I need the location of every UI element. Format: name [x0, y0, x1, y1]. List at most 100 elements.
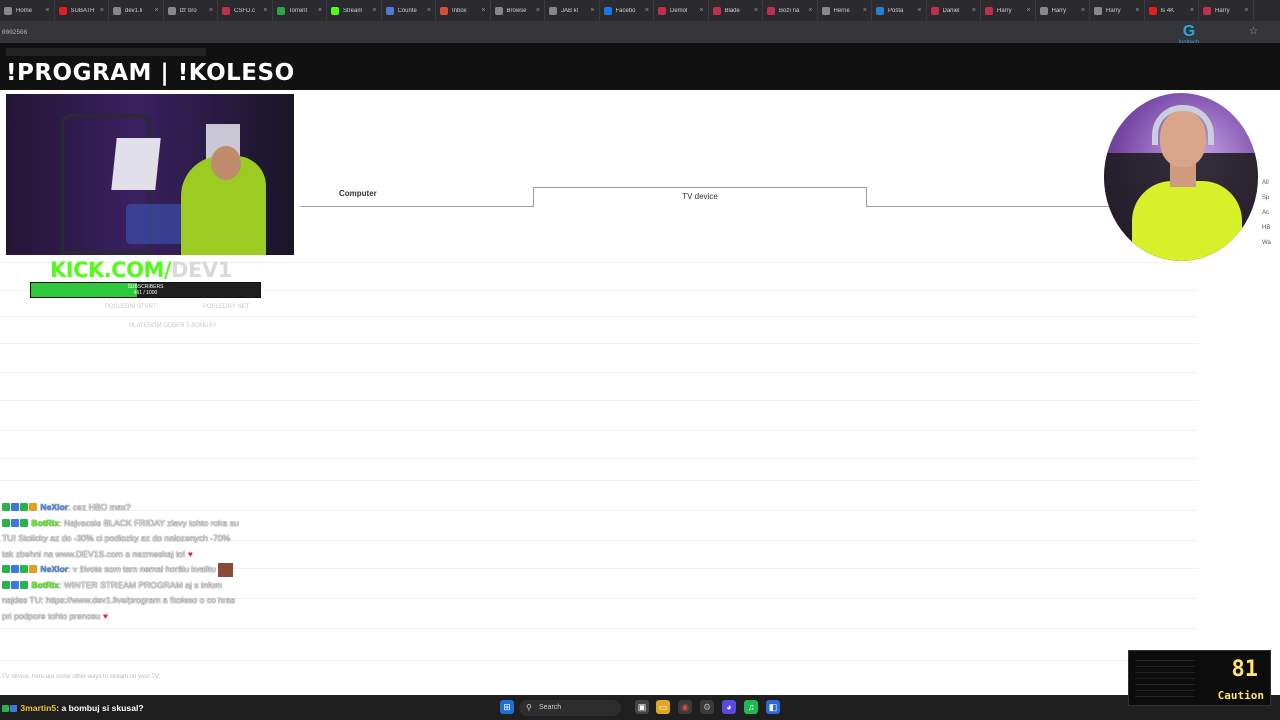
browser-tab[interactable]: ČSFD.c ×: [218, 0, 273, 21]
tab-close-icon[interactable]: ×: [1190, 7, 1194, 14]
sidebar-item[interactable]: All: [1262, 180, 1280, 186]
browser-tab[interactable]: Torrent ×: [273, 0, 327, 21]
caution-widget: 81 Caution: [1128, 650, 1271, 706]
browser-tab[interactable]: Harry ×: [1090, 0, 1145, 21]
browser-tab[interactable]: dev1.li ×: [109, 0, 164, 21]
tab-favicon-icon: [821, 6, 830, 15]
browser-tab[interactable]: Harry ×: [981, 0, 1036, 21]
browser-tab[interactable]: Inbox ×: [436, 0, 491, 21]
sidebar-item[interactable]: HB: [1262, 225, 1280, 231]
tab-close-icon[interactable]: ×: [699, 7, 703, 14]
tab-close-icon[interactable]: ×: [318, 7, 322, 14]
headphones: [1152, 105, 1214, 145]
tab-close-icon[interactable]: ×: [808, 7, 812, 14]
tab-close-icon[interactable]: ×: [372, 7, 376, 14]
browser-tab[interactable]: JAB kl ×: [545, 0, 600, 21]
browser-tab[interactable]: Is 4K ×: [1145, 0, 1199, 21]
discord-icon[interactable]: ◕: [722, 700, 736, 714]
monitor-glow: [111, 138, 161, 190]
tab-close-icon[interactable]: ×: [590, 7, 594, 14]
chat-badge-icon: [29, 565, 37, 573]
tab-favicon-icon: [276, 6, 285, 15]
page-row-divider: [0, 458, 1198, 459]
tab-close-icon[interactable]: ×: [427, 7, 431, 14]
task-view-icon[interactable]: ▣: [635, 700, 649, 714]
chat-username: BotRix: [31, 579, 60, 590]
taskbar-search[interactable]: ⚲ Search: [519, 700, 621, 716]
browser-tab[interactable]: Pošta ×: [872, 0, 927, 21]
page-row-divider: [0, 400, 1198, 401]
streamer-shirt: [1132, 181, 1242, 261]
browser-tab[interactable]: Counte ×: [382, 0, 436, 21]
page-row-divider: [0, 660, 1198, 661]
sidebar-item[interactable]: Ac: [1262, 210, 1280, 216]
page-row-divider: [0, 628, 1198, 629]
page-sidebar: All Sp Ac HB Wa: [1262, 180, 1280, 255]
browser-tab[interactable]: Harry ×: [1036, 0, 1090, 21]
kick-channel: DEV1: [171, 258, 232, 282]
tab-close-icon[interactable]: ×: [154, 7, 158, 14]
tab-close-icon[interactable]: ×: [1081, 7, 1085, 14]
tab-close-icon[interactable]: ×: [1135, 7, 1139, 14]
heart-icon: ♥: [102, 610, 108, 621]
tab-close-icon[interactable]: ×: [917, 7, 921, 14]
tab-label: Demol: [670, 7, 688, 14]
tab-label: Harry: [1051, 7, 1067, 14]
file-explorer-icon[interactable]: ▭: [656, 700, 670, 714]
kick-logo: KICK.COM/DEV1: [50, 258, 250, 282]
browser-tab[interactable]: Home ×: [0, 0, 55, 21]
chat-text: : cez HBO max?: [68, 502, 131, 512]
browser-tab[interactable]: Browse ×: [491, 0, 545, 21]
tab-close-icon[interactable]: ×: [481, 7, 485, 14]
tab-favicon-icon: [1203, 6, 1211, 15]
chat-username: BotRix: [31, 517, 60, 528]
tab-close-icon[interactable]: ×: [645, 7, 649, 14]
tab-close-icon[interactable]: ×: [754, 7, 758, 14]
browser-tab[interactable]: Stream ×: [327, 0, 382, 21]
browser-tab[interactable]: Harry ×: [1199, 0, 1254, 21]
tab-favicon-icon: [1148, 6, 1157, 15]
page-row-divider: [0, 430, 1198, 431]
app-icon[interactable]: ◧: [766, 700, 780, 714]
tab-close-icon[interactable]: ×: [100, 7, 104, 14]
tab-close-icon[interactable]: ×: [1026, 7, 1030, 14]
browser-tab[interactable]: SUBATH ×: [55, 0, 109, 21]
tab-favicon-icon: [658, 6, 666, 15]
tab-favicon-icon: [440, 6, 448, 15]
browser-tab[interactable]: Herné ×: [818, 0, 872, 21]
chat-badge-icon: [2, 580, 10, 589]
address-bar[interactable]: 0002506 ☆: [0, 21, 1280, 43]
tab-close-icon[interactable]: ×: [263, 7, 267, 14]
subscribers-count: 461 / 1000: [133, 290, 158, 296]
stream-title: !PROGRAM | !KOLESO: [6, 60, 295, 86]
browser-tab[interactable]: Daniel ×: [927, 0, 981, 21]
chat-username: 3martin5: [20, 703, 57, 713]
sidebar-item[interactable]: Wa: [1262, 240, 1280, 246]
browser-tab[interactable]: Boží ná ×: [763, 0, 818, 21]
chrome-icon[interactable]: ◉: [678, 700, 692, 714]
tab-label: Stream: [343, 7, 363, 14]
tab-close-icon[interactable]: ×: [209, 7, 213, 14]
sidebar-item[interactable]: Sp: [1262, 195, 1280, 201]
tab-label: ČSFD.c: [234, 7, 255, 14]
tab-close-icon[interactable]: ×: [45, 7, 49, 14]
tab-favicon-icon: [1039, 6, 1048, 15]
tab-label: SUBATH: [70, 7, 95, 14]
tab-close-icon[interactable]: ×: [536, 7, 540, 14]
browser-tab[interactable]: Ižť bro ×: [164, 0, 218, 21]
browser-tab[interactable]: Demol ×: [654, 0, 709, 21]
tab-close-icon[interactable]: ×: [972, 7, 976, 14]
tab-computer[interactable]: Computer: [339, 189, 377, 198]
bookmark-star-icon[interactable]: ☆: [1249, 26, 1258, 37]
chat-badge-icon: [11, 565, 19, 573]
url-text[interactable]: 0002506: [2, 29, 27, 36]
tab-tv-device[interactable]: TV device: [533, 187, 867, 207]
tab-close-icon[interactable]: ×: [1244, 7, 1248, 14]
windows-start-icon[interactable]: ⊞: [500, 700, 514, 714]
browser-tab[interactable]: Facebo ×: [600, 0, 654, 21]
browser-tab[interactable]: Blade ×: [709, 0, 763, 21]
settings-icon[interactable]: ⚙: [700, 700, 714, 714]
tab-favicon-icon: [494, 6, 503, 15]
spotify-icon[interactable]: ♫: [744, 700, 758, 714]
tab-close-icon[interactable]: ×: [863, 7, 867, 14]
